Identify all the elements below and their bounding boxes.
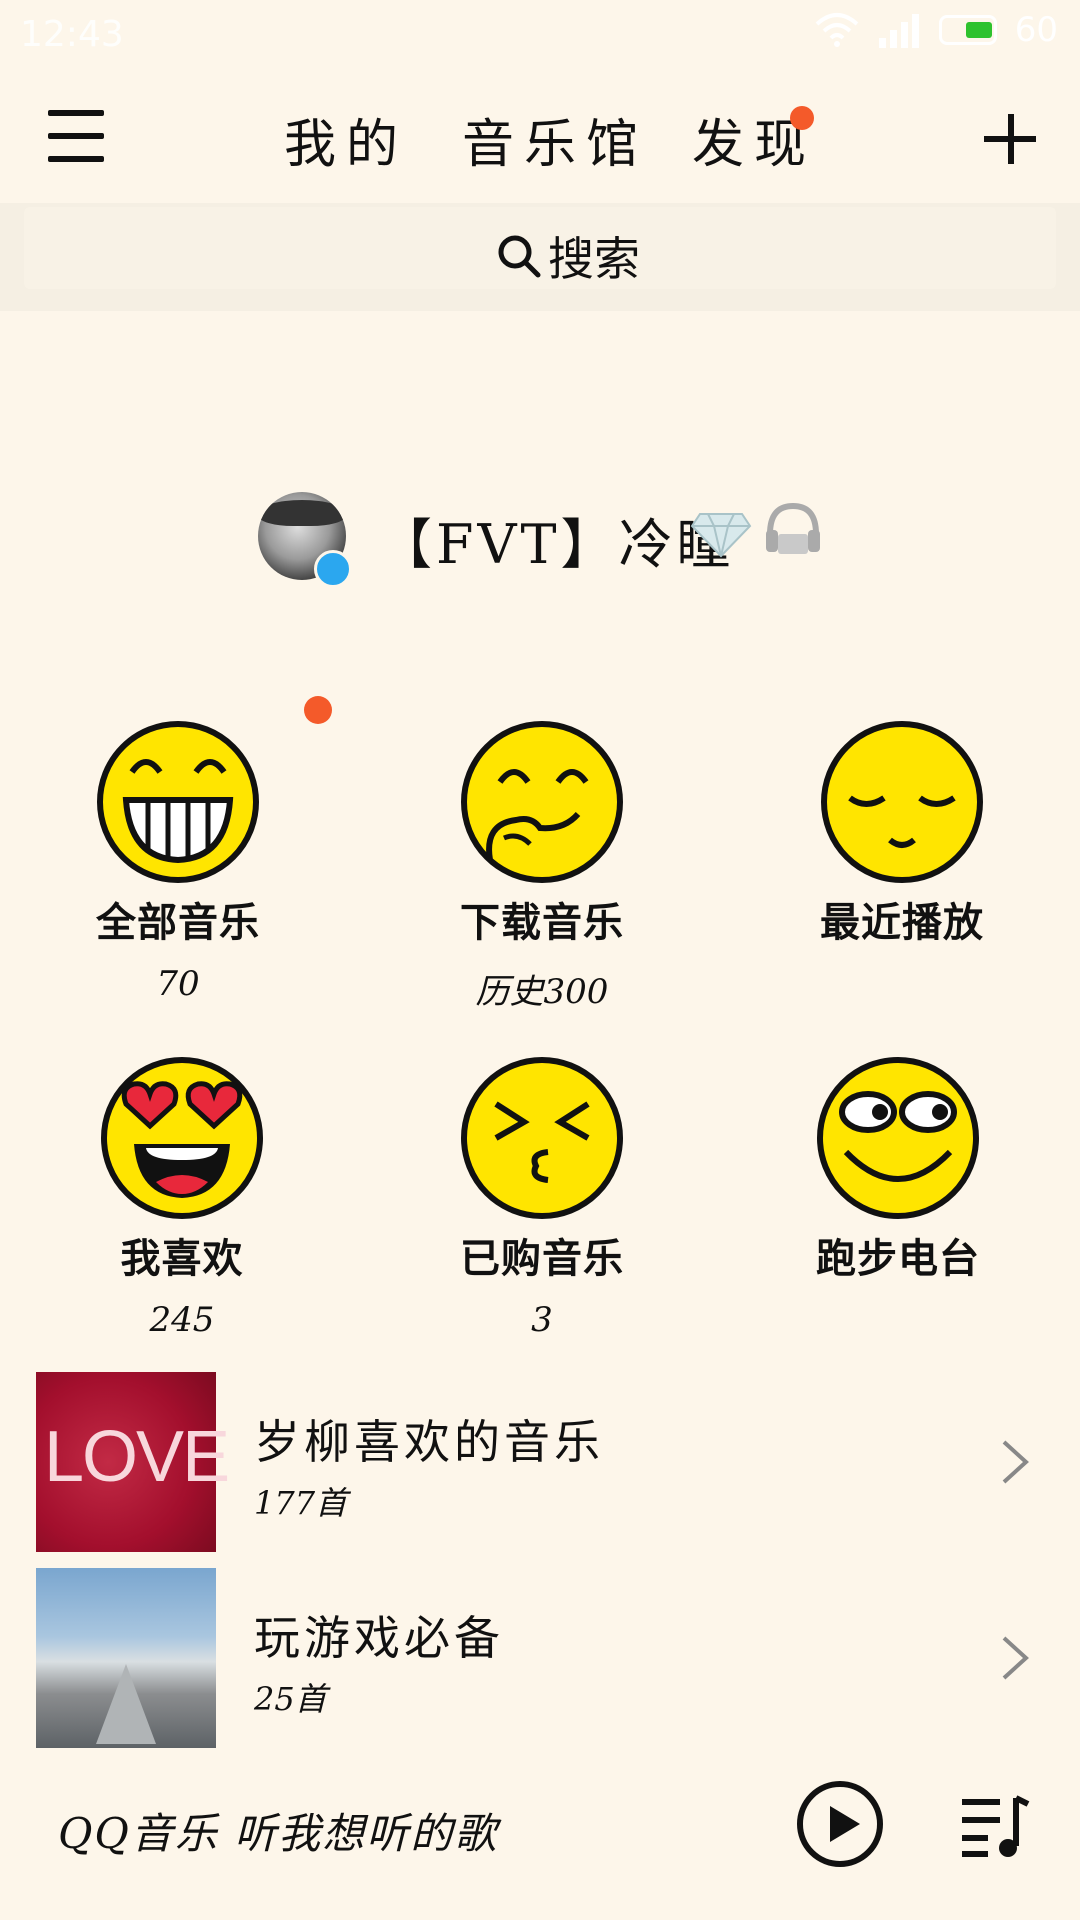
- kiss-face-icon: [461, 1057, 623, 1219]
- play-icon[interactable]: [796, 1780, 884, 1868]
- qq-badge-icon: [314, 550, 352, 588]
- menu-icon[interactable]: [48, 110, 104, 162]
- grid-count: [748, 1300, 1048, 1340]
- playlist-queue-icon[interactable]: [958, 1794, 1030, 1858]
- grid-count: 3: [531, 1300, 553, 1340]
- grid-count: 历史300: [475, 972, 609, 1012]
- battery-icon: [938, 15, 997, 45]
- laughing-face-icon: [97, 721, 259, 883]
- grid-label: 下载音乐: [460, 900, 624, 946]
- status-icons: 60: [815, 10, 1058, 50]
- status-bar: 12:43 60: [0, 0, 1080, 72]
- playlist-item[interactable]: LOVE 岁柳喜欢的音乐 177首: [36, 1372, 1046, 1552]
- signal-icon: [878, 14, 919, 48]
- grid-label: 我喜欢: [120, 1236, 244, 1282]
- heart-eyes-face-icon: [101, 1057, 263, 1219]
- search-band: 搜索: [0, 203, 1080, 311]
- grid-label: 已购音乐: [460, 1236, 624, 1282]
- chevron-right-icon: [1002, 1636, 1029, 1680]
- player-slogan: QQ音乐 听我想听的歌: [58, 1809, 499, 1858]
- playlist-count: 177首: [254, 1484, 348, 1522]
- cover-text: LOVE: [44, 1417, 230, 1497]
- grid-count: [752, 964, 1052, 1004]
- wifi-icon: [815, 13, 859, 47]
- username[interactable]: 【FVT】冷瞳: [378, 500, 734, 579]
- side-eye-face-icon: [817, 1057, 979, 1219]
- grid-item-all-music[interactable]: 全部音乐 70: [28, 720, 328, 1004]
- playlist-item[interactable]: 玩游戏必备 25首: [36, 1568, 1046, 1748]
- add-icon[interactable]: [982, 110, 1038, 166]
- discover-notification-dot: [790, 106, 814, 130]
- chevron-right-icon: [1002, 1440, 1029, 1484]
- search-box[interactable]: 搜索: [24, 207, 1056, 289]
- tab-music-hall[interactable]: 音乐馆: [462, 102, 648, 177]
- playlist-title: 玩游戏必备: [254, 1611, 504, 1665]
- all-music-notification-dot: [304, 696, 332, 724]
- playlist-cover: [36, 1568, 216, 1748]
- grid-count: 245: [149, 1300, 215, 1340]
- grid-item-running-radio[interactable]: 跑步电台: [748, 1056, 1048, 1340]
- mini-player[interactable]: QQ音乐 听我想听的歌: [0, 1768, 1080, 1878]
- grid-item-recent[interactable]: 最近播放: [752, 720, 1052, 1004]
- playlist-title: 岁柳喜欢的音乐: [254, 1415, 604, 1469]
- search-icon: [498, 235, 541, 278]
- diamond-icon[interactable]: [690, 510, 752, 558]
- grid-item-favorites[interactable]: 我喜欢 245: [32, 1056, 332, 1340]
- giggle-face-icon: [461, 721, 623, 883]
- search-placeholder: 搜索: [548, 232, 640, 286]
- tab-mine[interactable]: 我的: [284, 102, 408, 177]
- grid-label: 跑步电台: [816, 1236, 980, 1282]
- content-face-icon: [821, 721, 983, 883]
- profile-row[interactable]: 【FVT】冷瞳: [0, 488, 1080, 588]
- grid-item-purchased[interactable]: 已购音乐 3: [392, 1056, 692, 1340]
- top-nav: 我的 音乐馆 发现: [0, 82, 1080, 202]
- status-time: 12:43: [20, 14, 124, 55]
- grid-item-downloads[interactable]: 下载音乐 历史300: [392, 720, 692, 1012]
- playlist-count: 25首: [254, 1680, 327, 1718]
- grid-label: 全部音乐: [96, 900, 260, 946]
- grid-count: 70: [156, 964, 200, 1004]
- battery-level: 60: [1014, 10, 1058, 50]
- level-icon[interactable]: [762, 498, 824, 560]
- playlist-cover: LOVE: [36, 1372, 230, 1552]
- grid-label: 最近播放: [820, 900, 984, 946]
